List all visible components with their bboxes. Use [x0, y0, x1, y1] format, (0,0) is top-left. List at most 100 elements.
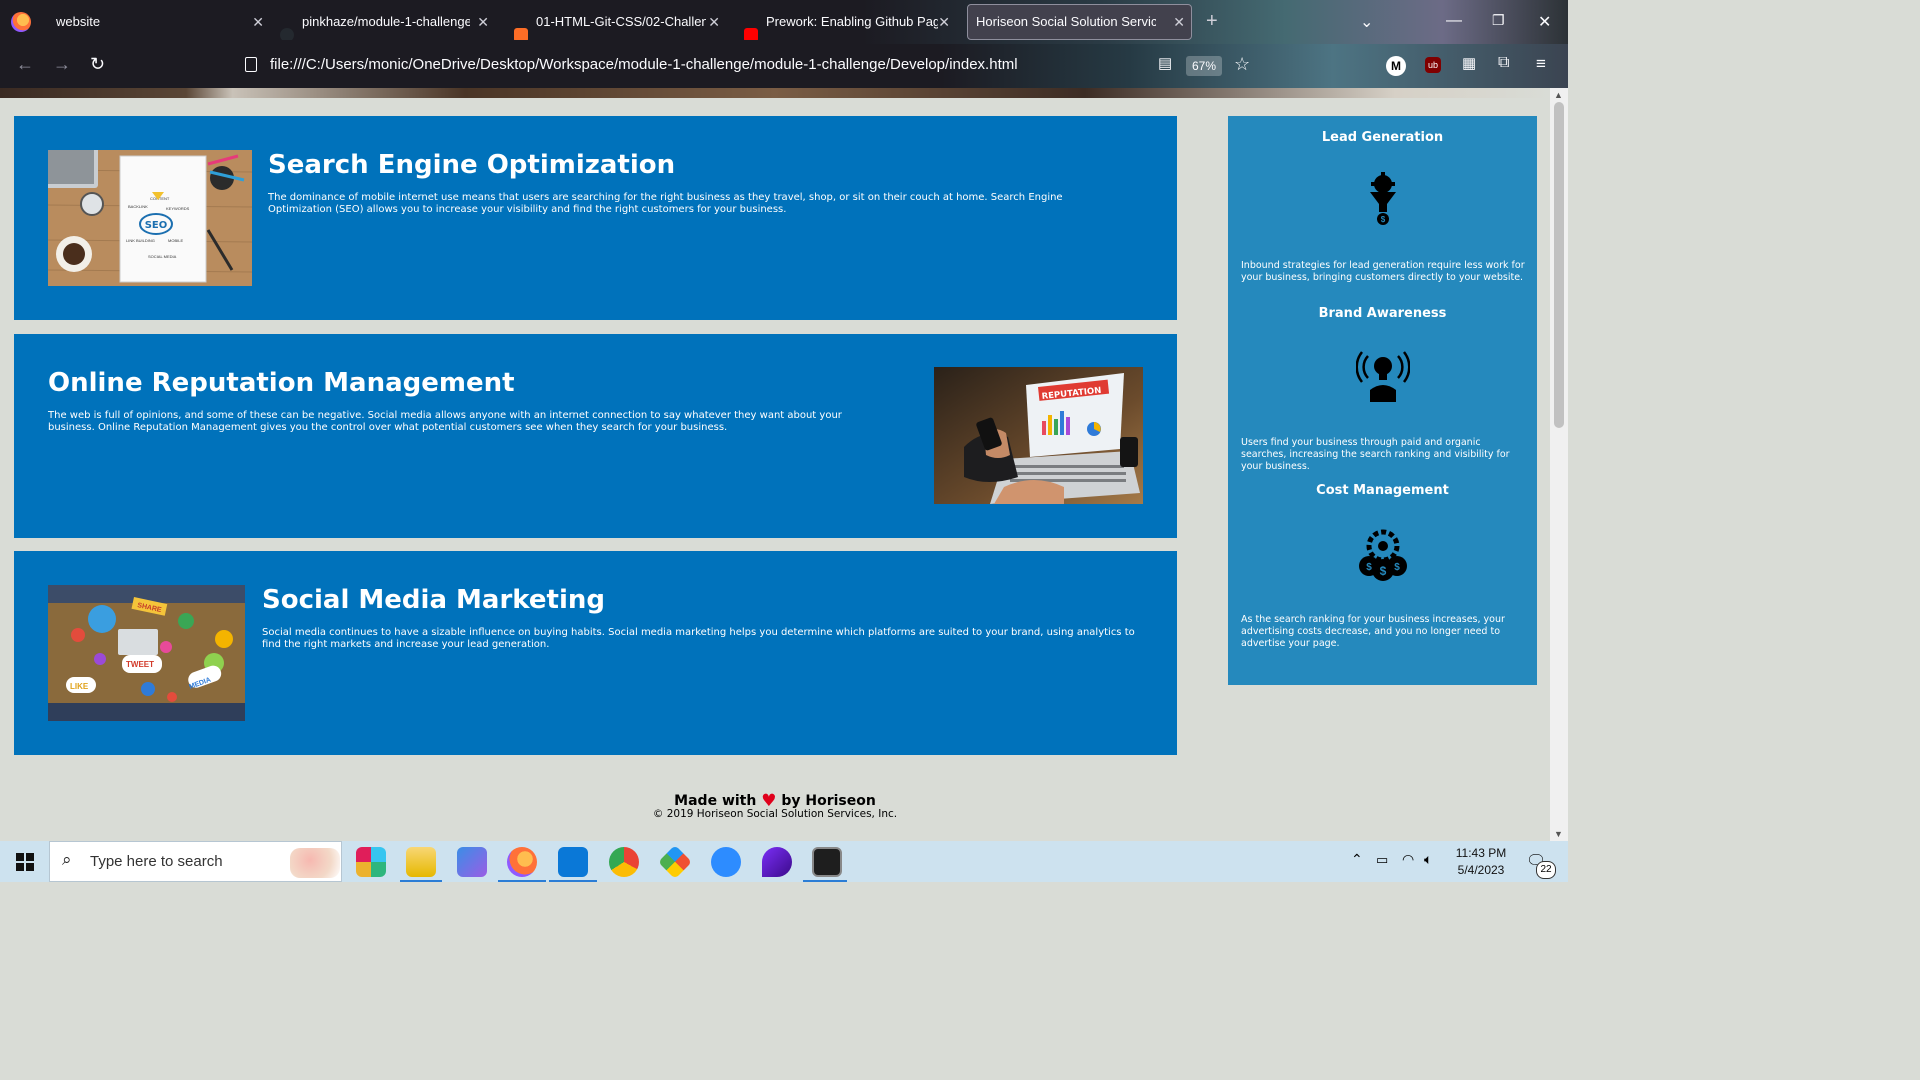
zoom-icon[interactable] [711, 847, 741, 877]
footer-suffix: by Horiseon [781, 793, 876, 809]
page-icon [245, 57, 257, 72]
youtube-icon [744, 28, 758, 40]
close-icon[interactable]: ✕ [938, 4, 950, 40]
taskbar-clock[interactable]: 11:43 PM 5/4/2023 [1446, 845, 1516, 879]
close-icon[interactable]: ✕ [1173, 5, 1185, 39]
tab-label: Horiseon Social Solution Services, In [976, 14, 1156, 29]
close-icon[interactable]: ✕ [252, 4, 264, 40]
tab-label: pinkhaze/module-1-challenge [302, 14, 470, 29]
active-indicator [549, 880, 597, 882]
scrollbar-thumb[interactable] [1554, 102, 1564, 428]
bookmark-star-icon[interactable]: ☆ [1234, 54, 1250, 75]
active-indicator [400, 880, 442, 882]
url-bar[interactable]: file:///C:/Users/monic/OneDrive/Desktop/… [237, 49, 1267, 81]
firefox-taskbar-icon[interactable] [507, 847, 537, 877]
clock-date: 5/4/2023 [1457, 863, 1505, 877]
seo-word: SOCIAL MEDIA [148, 254, 177, 259]
reader-view-icon[interactable]: ▤ [1158, 54, 1172, 72]
tab-label: Prework: Enabling Github Pages [766, 14, 938, 29]
close-icon[interactable]: ✕ [708, 4, 720, 40]
tab-youtube[interactable]: Prework: Enabling Github Pages ✕ [744, 4, 956, 40]
account-icon[interactable]: M [1386, 56, 1406, 76]
benefit-title: Lead Generation [1321, 130, 1444, 145]
seo-word: SEO [145, 220, 168, 231]
section-text: Social media continues to have a sizable… [262, 627, 1135, 650]
menu-icon[interactable]: ≡ [1536, 54, 1546, 74]
social-word: TWEET [126, 660, 154, 669]
github-icon [280, 28, 294, 40]
wifi-icon[interactable]: ◠ [1402, 851, 1414, 868]
svg-text:$: $ [1381, 215, 1386, 224]
notification-count-badge: 22 [1536, 861, 1556, 879]
seo-word: BACKLINK [128, 204, 148, 209]
section-title: Search Engine Optimization [268, 150, 676, 180]
social-media-image: SHARE TWEET LIKE MEDIA [48, 585, 245, 721]
scroll-up-icon[interactable]: ▲ [1554, 90, 1563, 100]
reputation-image: REPUTATION [934, 367, 1143, 504]
svg-text:$: $ [1380, 564, 1387, 578]
scroll-down-icon[interactable]: ▼ [1554, 829, 1563, 839]
tab-label: website [56, 14, 101, 29]
vscode-icon[interactable] [558, 847, 588, 877]
taskbar-search-box[interactable]: ⌕ Type here to search [49, 841, 342, 882]
firefox-icon[interactable] [11, 12, 31, 32]
close-window-button[interactable]: ✕ [1538, 12, 1551, 32]
benefits-sidebar: Lead Generation $ Inbound strategies for… [1228, 116, 1537, 685]
tab-github[interactable]: pinkhaze/module-1-challenge ✕ [280, 4, 495, 40]
extensions-puzzle-icon[interactable]: ⧉ [1498, 54, 1509, 72]
lead-generation-icon: $ [1370, 172, 1396, 225]
minimize-button[interactable]: — [1446, 12, 1462, 30]
seo-illustration: SEO BACKLINK CONTENT KEYWORDS LINK BUILD… [48, 150, 252, 286]
social-media-illustration: SHARE TWEET LIKE MEDIA [48, 585, 245, 721]
content-card-seo: SEO BACKLINK CONTENT KEYWORDS LINK BUILD… [14, 116, 1177, 320]
windows-taskbar: ⌕ Type here to search ⌃ ▭ ◠ 🔈︎ 11:43 PM … [0, 841, 1568, 882]
tab-label: 01-HTML-Git-CSS/02-Challenge [536, 14, 706, 29]
active-indicator [803, 880, 847, 882]
tab-horiseon[interactable]: Horiseon Social Solution Services, In ✕ [967, 4, 1192, 40]
clock-time: 11:43 PM [1455, 846, 1507, 860]
obsidian-icon[interactable] [762, 847, 792, 877]
battery-icon[interactable]: ▭ [1376, 852, 1388, 868]
reload-button[interactable]: ↻ [90, 54, 105, 75]
gitlab-icon [514, 28, 528, 40]
ublock-icon[interactable]: ub [1425, 57, 1441, 73]
social-word: LIKE [70, 682, 89, 691]
browser-tab-bar: website ✕ pinkhaze/module-1-challenge ✕ … [0, 0, 1568, 44]
search-highlight-image [290, 848, 340, 878]
footer-prefix: Made with [674, 793, 757, 809]
back-button[interactable]: ← [16, 54, 34, 75]
new-tab-button[interactable]: + [1206, 10, 1218, 33]
seo-word: LINK BUILDING [126, 238, 155, 243]
file-explorer-icon[interactable] [406, 847, 436, 877]
tab-website[interactable]: website ✕ [44, 4, 270, 40]
restore-button[interactable]: ❐ [1492, 12, 1505, 29]
zoom-level[interactable]: 67% [1186, 56, 1223, 76]
content-card-social-media: SHARE TWEET LIKE MEDIA Social Media Mark… [14, 551, 1177, 755]
list-all-tabs-icon[interactable]: ⌄ [1360, 12, 1373, 32]
seo-image: SEO BACKLINK CONTENT KEYWORDS LINK BUILD… [48, 150, 252, 286]
volume-icon[interactable]: 🔈︎ [1424, 851, 1432, 868]
content-card-reputation: Online Reputation Management The web is … [14, 334, 1177, 538]
benefit-title: Brand Awareness [1318, 306, 1447, 321]
windows-start-icon[interactable] [16, 853, 34, 871]
git-app-icon[interactable] [658, 845, 692, 879]
section-text: The dominance of mobile internet use mea… [268, 192, 1063, 215]
hero-image-bottom [0, 88, 1550, 98]
slack-icon[interactable] [356, 847, 386, 877]
close-icon[interactable]: ✕ [477, 4, 489, 40]
forward-button[interactable]: → [53, 54, 71, 75]
chrome-icon[interactable] [609, 847, 639, 877]
brand-awareness-icon [1356, 351, 1410, 402]
page-scrollbar[interactable]: ▲ ▼ [1550, 88, 1568, 841]
teams-icon[interactable] [457, 847, 487, 877]
url-text: file:///C:/Users/monic/OneDrive/Desktop/… [270, 56, 1018, 73]
tab-gitlab[interactable]: 01-HTML-Git-CSS/02-Challenge ✕ [514, 4, 726, 40]
footer-copyright: © 2019 Horiseon Social Solution Services… [652, 808, 898, 820]
section-title: Online Reputation Management [48, 368, 515, 398]
seo-word: KEYWORDS [166, 206, 190, 211]
seo-word: MOBILE [168, 238, 183, 243]
page-viewport: SEO BACKLINK CONTENT KEYWORDS LINK BUILD… [0, 88, 1550, 841]
chevron-up-icon[interactable]: ⌃ [1351, 851, 1363, 868]
terminal-icon[interactable] [812, 847, 842, 877]
extension-icon[interactable]: ▦ [1462, 54, 1476, 72]
